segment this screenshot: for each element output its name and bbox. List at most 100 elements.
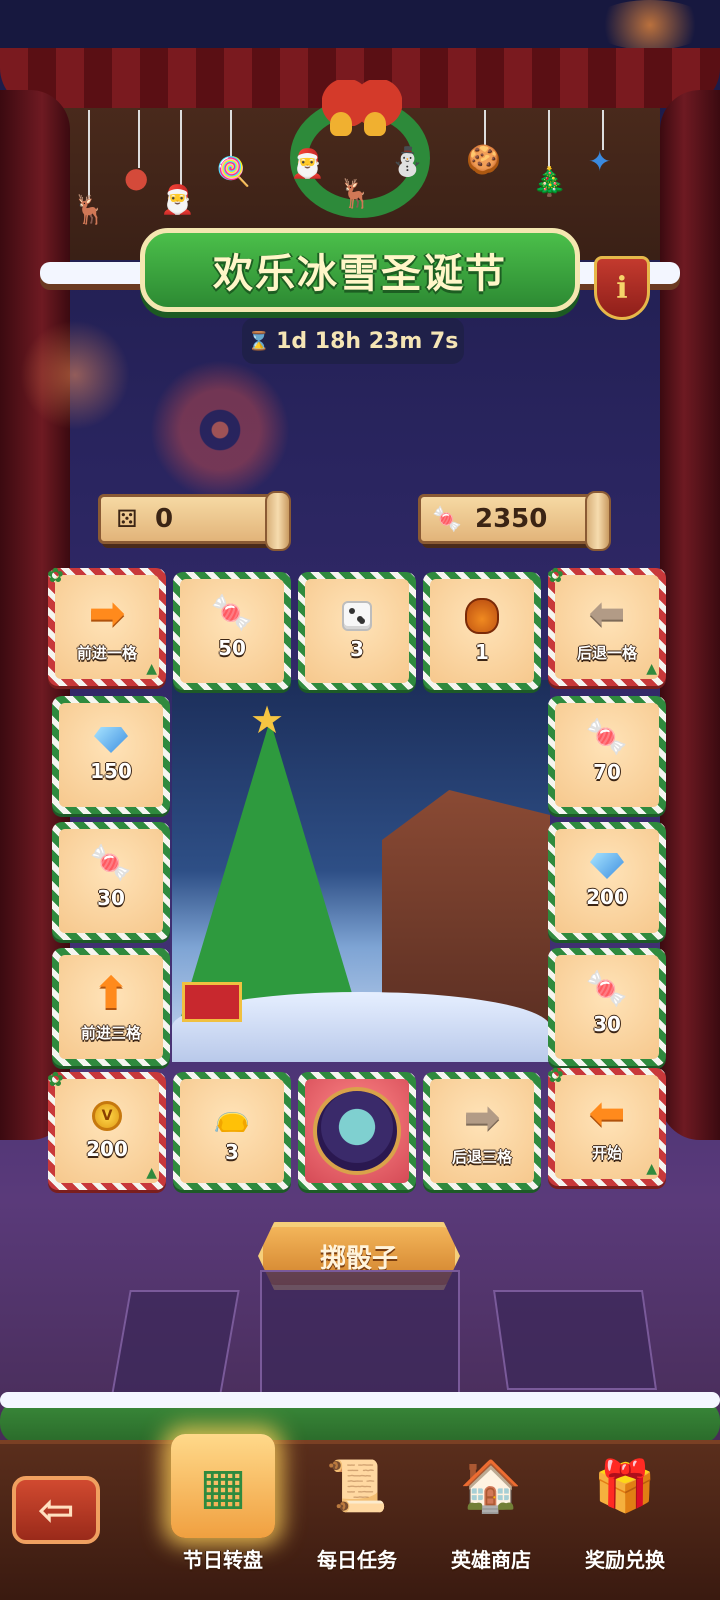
mini-tree-icon: ▲ xyxy=(646,1161,657,1177)
holly-icon: ✿ xyxy=(547,563,564,587)
board-tile-coin-200: ✿ V 200 ▲ xyxy=(47,1067,166,1190)
bauble-ornament-icon: ● xyxy=(124,161,149,194)
board-tile-candy-30-right: 🍬 30 xyxy=(548,948,666,1066)
board-tile-bag-3: 👝 3 xyxy=(173,1072,291,1190)
ruin-decoration xyxy=(110,1290,240,1400)
nav-label: 奖励兑换 xyxy=(585,1548,665,1572)
nav-label: 节日转盘 xyxy=(183,1548,263,1572)
board-tile-candy-50: 🍬 50 xyxy=(173,572,291,690)
ornament-string xyxy=(230,110,232,160)
arrow-left-icon: ⬅ xyxy=(588,1087,626,1139)
reindeer-ornament-icon: 🦌 xyxy=(72,193,107,226)
holly-icon: ✿ xyxy=(47,1067,64,1091)
nav-label: 英雄商店 xyxy=(451,1548,531,1572)
scroll-roll-decoration xyxy=(265,491,291,551)
candy-cane-ornament-icon: 🍭 xyxy=(216,155,251,188)
tile-label: 3 xyxy=(225,1139,239,1164)
christmas-tree-icon xyxy=(180,720,360,1020)
tile-label: 150 xyxy=(90,759,132,783)
tile-label: 前进三格 xyxy=(80,1023,141,1042)
ruin-decoration xyxy=(492,1290,658,1390)
event-timer: ⌛ 1d 18h 23m 7s xyxy=(242,318,464,364)
back-arrow-icon: ⇦ xyxy=(37,1484,75,1536)
firework-decoration xyxy=(20,320,130,430)
shop-icon: 🏠 xyxy=(459,1456,523,1515)
santa-ornament-icon: 🎅 xyxy=(160,183,195,216)
arrow-left-icon: ⬅ xyxy=(588,587,626,639)
holly-icon: ✿ xyxy=(47,563,64,587)
nav-hero-shop[interactable]: 🏠 英雄商店 xyxy=(426,1434,556,1584)
loot-bag-icon: 👝 xyxy=(213,1098,251,1134)
candy-cane-icon: 🍬 xyxy=(89,843,133,883)
tile-label: 70 xyxy=(593,760,621,784)
board-tile-player-position xyxy=(298,1072,416,1190)
nav-label: 每日任务 xyxy=(317,1548,397,1572)
firework-decoration xyxy=(150,360,290,500)
board-tile-dice-3: 3 xyxy=(298,572,416,690)
nav-festival-wheel[interactable]: ▦ 节日转盘 xyxy=(158,1434,288,1584)
gold-coin-icon: V xyxy=(92,1101,122,1131)
board-tile-gem-150: 150 xyxy=(52,696,170,814)
tile-label: 后退一格 xyxy=(576,643,637,662)
tile-label: 后退三格 xyxy=(451,1147,512,1166)
arrow-up-icon: ⬆ xyxy=(92,967,130,1019)
board-tile-start: ✿ ⬅ 开始 ▲ xyxy=(547,1063,666,1186)
event-title-banner: 欢乐冰雪圣诞节 xyxy=(140,228,580,312)
santa-face-icon: 🎅 xyxy=(290,147,325,180)
christmas-scene-image: ★ xyxy=(172,680,550,1062)
info-button[interactable]: i xyxy=(594,256,650,320)
snowman-face-icon: ⛄ xyxy=(390,145,425,178)
reindeer-face-icon: 🦌 xyxy=(338,177,373,210)
candy-cane-icon: 🍬 xyxy=(585,717,629,757)
nav-daily-tasks[interactable]: 📜 每日任务 xyxy=(292,1434,422,1584)
dice-icon: ⚄ xyxy=(116,505,138,533)
gingerbread-ornament-icon: 🍪 xyxy=(466,143,501,176)
board-tile-back-one: ✿ ⬅ 后退一格 ▲ xyxy=(547,563,666,686)
arrow-right-icon: ➡ xyxy=(463,1091,501,1143)
bell-icon xyxy=(364,112,386,136)
gift-box-icon: 🎁 xyxy=(593,1456,657,1515)
candy-cane-icon: 🍬 xyxy=(585,969,629,1009)
timer-text: 1d 18h 23m 7s xyxy=(276,328,459,354)
star-icon: ★ xyxy=(250,698,285,742)
mini-tree-icon: ▲ xyxy=(646,661,657,677)
tile-label: 3 xyxy=(350,637,364,661)
info-icon: i xyxy=(616,270,628,306)
board-tile-candy-30: 🍬 30 xyxy=(52,822,170,940)
dice-icon xyxy=(342,601,372,631)
tile-label: 30 xyxy=(593,1012,621,1036)
helmet-icon xyxy=(465,598,499,634)
mini-tree-icon: ▲ xyxy=(146,1165,157,1181)
board-tile-forward-one: ✿ ➡ 前进一格 ▲ xyxy=(47,563,166,686)
back-button[interactable]: ⇦ xyxy=(12,1476,100,1544)
arrow-right-icon: ➡ xyxy=(88,587,126,639)
ruin-decoration xyxy=(260,1270,460,1400)
gem-icon xyxy=(94,727,128,753)
tile-label: 1 xyxy=(475,640,489,664)
candy-count: 2350 xyxy=(475,504,548,534)
coin-letter: V xyxy=(101,1108,113,1124)
firework-decoration xyxy=(590,0,710,50)
scroll-roll-decoration xyxy=(585,491,611,551)
board-tile-helmet-1: 1 xyxy=(423,572,541,690)
holly-icon: ✿ xyxy=(547,1063,564,1087)
board-tile-gem-200: 200 xyxy=(548,822,666,940)
tile-label: 开始 xyxy=(591,1143,622,1162)
board-tile-forward-three: ⬆ 前进三格 xyxy=(52,948,170,1066)
ornament-string xyxy=(602,110,604,150)
bow-ornament-icon: ✦ xyxy=(588,145,612,178)
nav-reward-exchange[interactable]: 🎁 奖励兑换 xyxy=(560,1434,690,1584)
scroll-task-icon: 📜 xyxy=(325,1456,389,1515)
snow-decoration xyxy=(0,1392,720,1408)
gift-icon xyxy=(182,982,242,1022)
candy-cane-icon: 🍬 xyxy=(432,505,462,533)
event-title: 欢乐冰雪圣诞节 xyxy=(213,251,507,297)
bell-icon xyxy=(330,112,352,136)
tile-label: 前进一格 xyxy=(76,643,137,662)
ornament-string xyxy=(138,110,140,168)
tile-label: 30 xyxy=(97,886,125,910)
board-tile-back-three: ➡ 后退三格 xyxy=(423,1072,541,1190)
tile-label: 50 xyxy=(218,636,246,660)
hero-avatar-icon xyxy=(313,1087,401,1175)
tile-label: 200 xyxy=(86,1137,128,1161)
